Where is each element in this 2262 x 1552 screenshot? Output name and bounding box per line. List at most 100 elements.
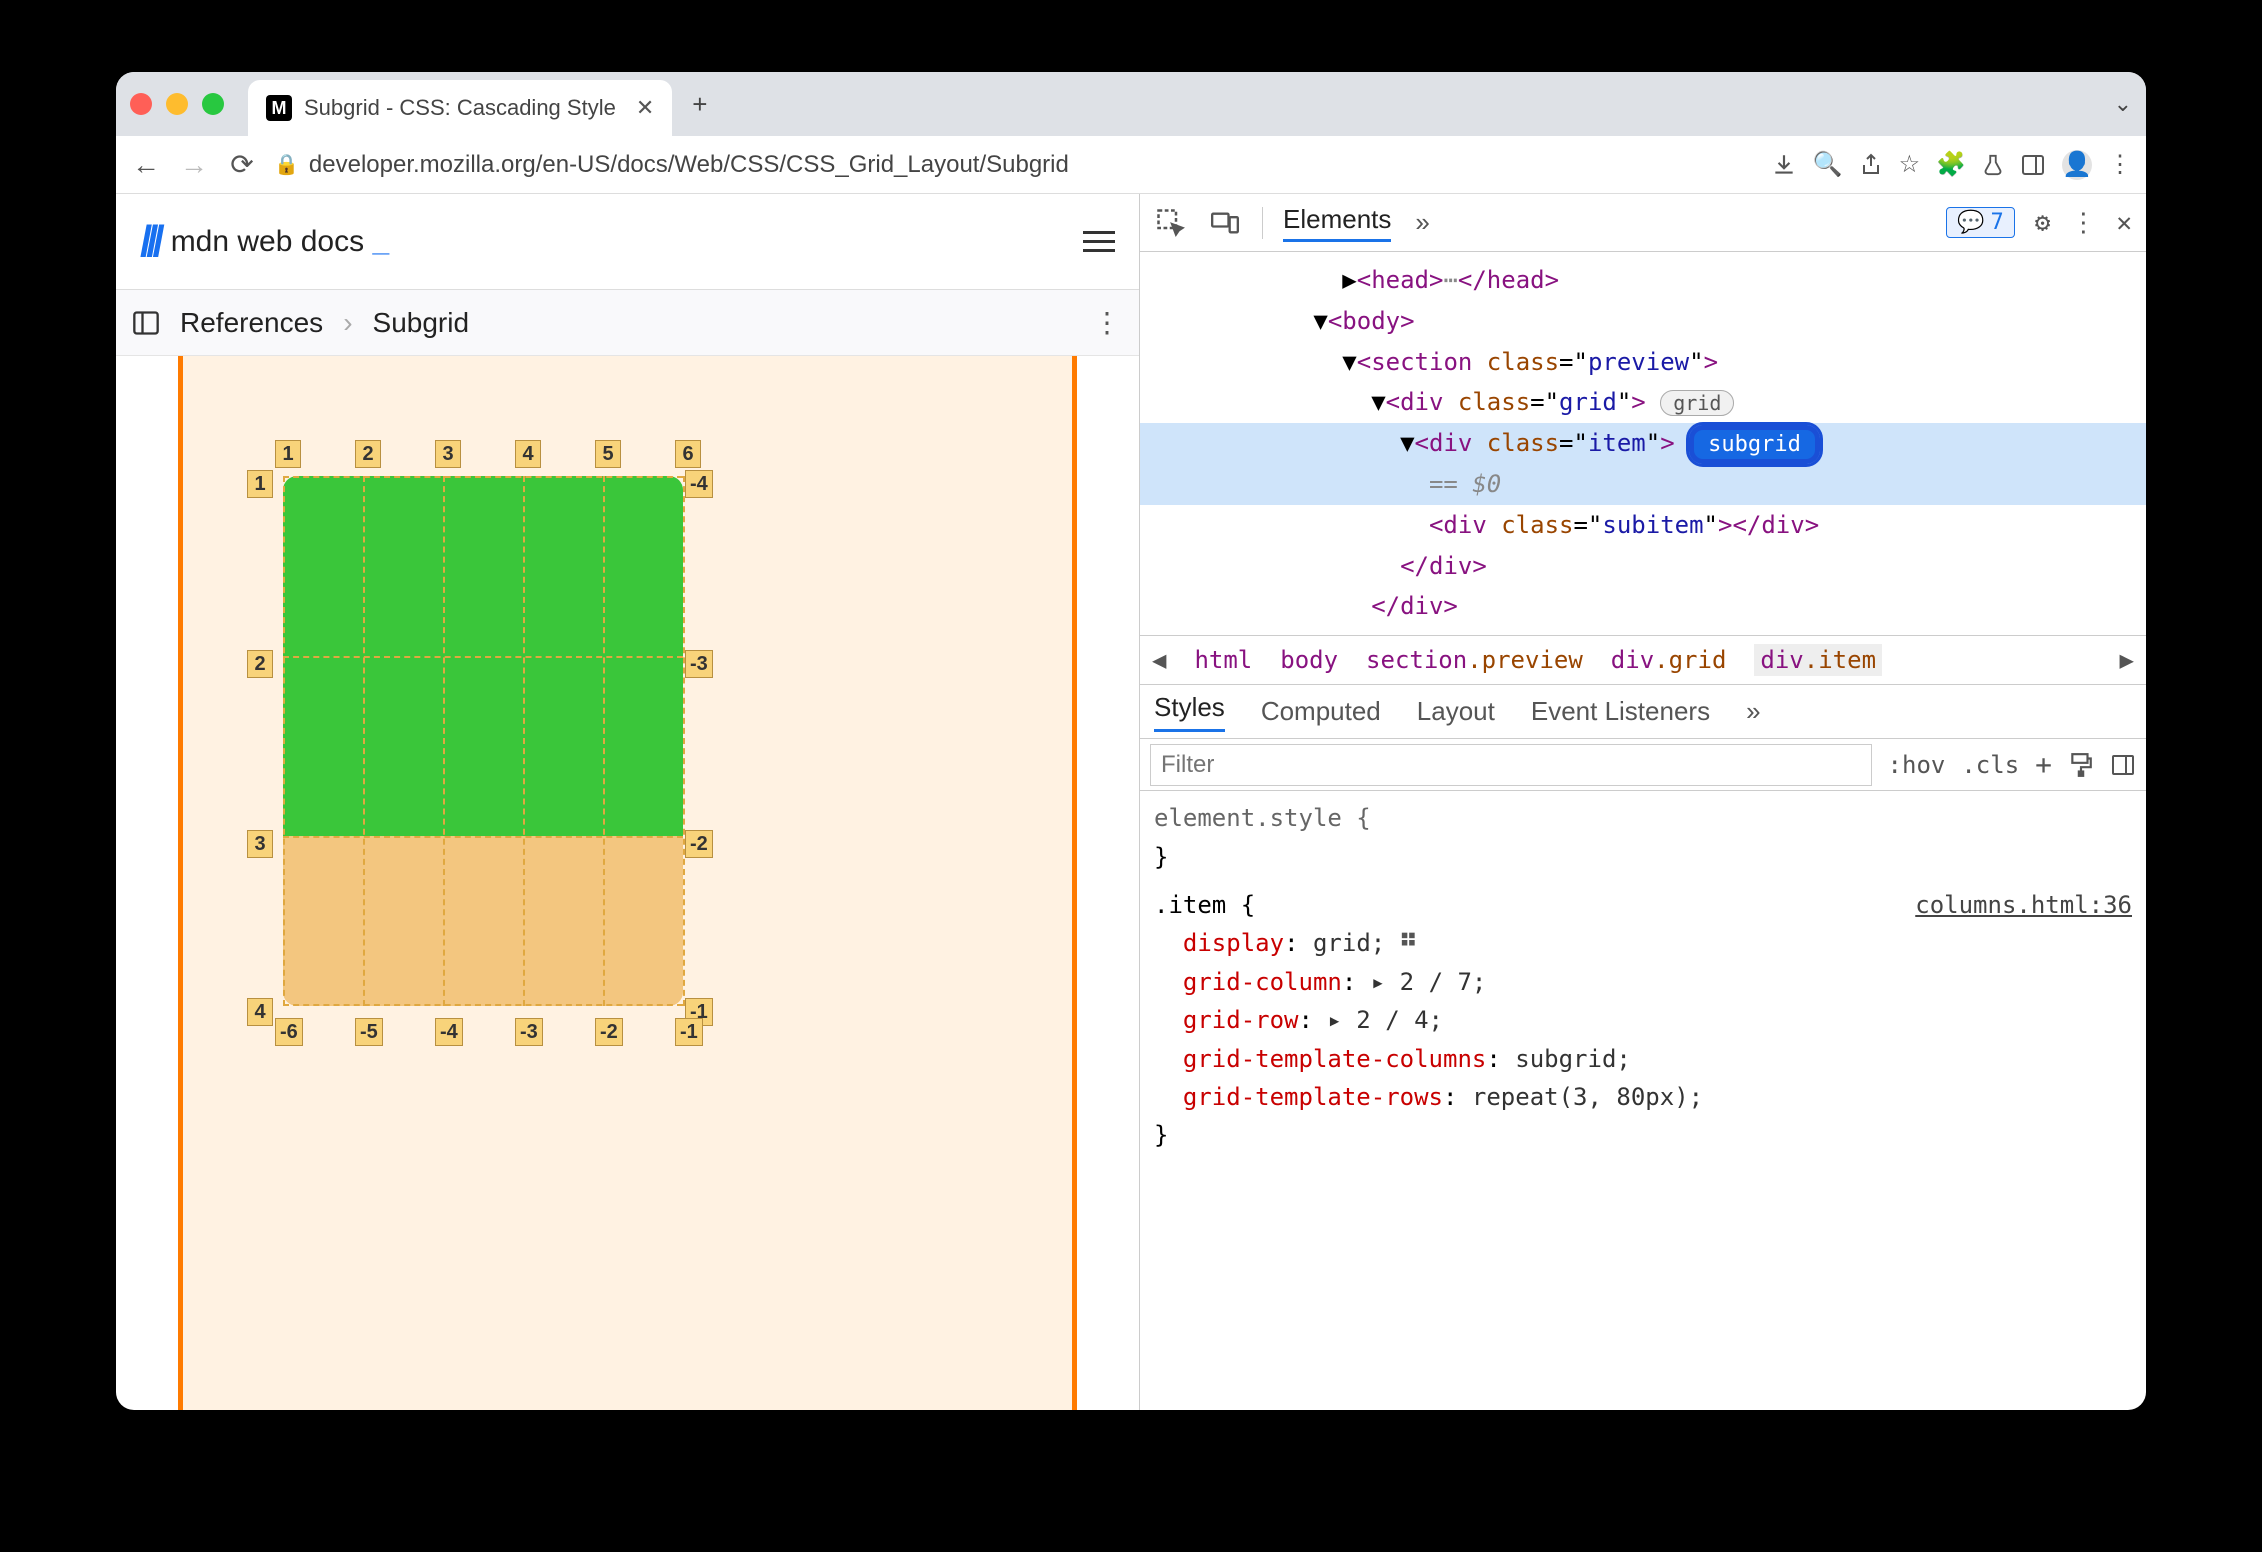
grid-line-label: 2 (355, 440, 381, 468)
divider (1262, 207, 1263, 239)
grid-line-label: 3 (247, 830, 273, 858)
grid-line-label: -4 (435, 1018, 463, 1046)
tab-layout[interactable]: Layout (1417, 696, 1495, 727)
style-declaration[interactable]: display: grid; (1154, 924, 2132, 962)
content-area: /// mdn web docs _ References › Subgrid … (116, 194, 2146, 1410)
hamburger-menu-button[interactable] (1083, 225, 1115, 258)
dom-node[interactable]: ▶<head>⋯</head> (1140, 260, 2146, 301)
sidebar-toggle-icon[interactable] (2110, 753, 2136, 777)
url-field[interactable]: 🔒 developer.mozilla.org/en-US/docs/Web/C… (274, 151, 1755, 179)
more-icon[interactable]: ⋮ (2070, 208, 2096, 238)
dom-node-selected[interactable]: ▼<div class="item"> subgrid (1140, 423, 2146, 464)
subgrid-badge[interactable]: subgrid (1689, 425, 1820, 464)
crumb-item[interactable]: div.grid (1611, 646, 1727, 674)
url-text: developer.mozilla.org/en-US/docs/Web/CSS… (309, 151, 1069, 179)
extensions-icon[interactable]: 🧩 (1936, 150, 1966, 179)
paint-icon[interactable] (2068, 752, 2094, 778)
style-declaration[interactable]: grid-column: ▸ 2 / 7; (1154, 963, 2132, 1001)
grid-line-label: 5 (595, 440, 621, 468)
browser-tab[interactable]: M Subgrid - CSS: Cascading Style ✕ (248, 80, 672, 136)
cls-toggle[interactable]: .cls (1961, 751, 2019, 779)
dom-node[interactable]: ▼<div class="grid"> grid (1140, 382, 2146, 423)
crumb-next-icon[interactable]: ▶ (2120, 646, 2134, 674)
new-tab-button[interactable]: + (692, 89, 707, 120)
subitem-green (283, 476, 683, 836)
labs-icon[interactable] (1982, 152, 2004, 178)
dom-node[interactable]: <div class="subitem"></div> (1140, 505, 2146, 546)
style-declaration[interactable]: grid-template-columns: subgrid; (1154, 1040, 2132, 1078)
tab-more-icon[interactable]: » (1746, 696, 1760, 727)
dom-tree[interactable]: ▶<head>⋯</head> ▼<body> ▼<section class=… (1140, 252, 2146, 635)
titlebar: M Subgrid - CSS: Cascading Style ✕ + ⌄ (116, 72, 2146, 136)
forward-button[interactable]: → (178, 149, 210, 181)
issues-badge[interactable]: 💬7 (1946, 207, 2015, 238)
grid-line-label: 2 (247, 650, 273, 678)
grid-line-label: -4 (685, 470, 713, 498)
traffic-lights (130, 93, 224, 115)
sidepanel-icon[interactable] (2020, 153, 2046, 177)
minimize-window-button[interactable] (166, 93, 188, 115)
inspect-element-icon[interactable] (1154, 206, 1188, 240)
share-icon[interactable] (1859, 152, 1883, 178)
styles-tabs: Styles Computed Layout Event Listeners » (1140, 685, 2146, 739)
menu-icon[interactable]: ⋮ (2108, 150, 2132, 179)
style-rule[interactable]: element.style { (1154, 799, 2132, 837)
breadcrumb: References › Subgrid ⋮ (116, 290, 1139, 356)
dom-node[interactable]: ▼<section class="preview"> (1140, 342, 2146, 383)
style-rule: } (1154, 838, 2132, 876)
breadcrumb-root[interactable]: References (180, 307, 323, 339)
tab-computed[interactable]: Computed (1261, 696, 1381, 727)
grid-line-label: 6 (675, 440, 701, 468)
dom-node[interactable]: </div> (1140, 546, 2146, 587)
grid-item (283, 476, 683, 1006)
maximize-window-button[interactable] (202, 93, 224, 115)
favicon: M (266, 95, 292, 121)
crumb-item[interactable]: div.item (1754, 644, 1882, 676)
grid-line-label: 4 (515, 440, 541, 468)
grid-badge[interactable]: grid (1660, 390, 1734, 416)
bookmark-icon[interactable]: ☆ (1899, 150, 1921, 179)
sidebar-toggle-icon[interactable] (132, 309, 160, 337)
reload-button[interactable]: ⟳ (226, 148, 258, 181)
back-button[interactable]: ← (130, 149, 162, 181)
install-icon[interactable] (1771, 152, 1797, 178)
settings-icon[interactable]: ⚙ (2035, 208, 2051, 238)
devtools-panel: Elements » 💬7 ⚙ ⋮ ✕ ▶<head>⋯</head> ▼<bo… (1140, 194, 2146, 1410)
style-declaration[interactable]: grid-template-rows: repeat(3, 80px); (1154, 1078, 2132, 1116)
breadcrumb-more-button[interactable]: ⋮ (1093, 306, 1123, 339)
crumb-item[interactable]: body (1280, 646, 1338, 674)
grid-editor-icon[interactable] (1400, 929, 1422, 951)
breadcrumb-current: Subgrid (373, 307, 470, 339)
zoom-icon[interactable]: 🔍 (1813, 150, 1843, 179)
dom-node[interactable]: ▼<body> (1140, 301, 2146, 342)
crumb-item[interactable]: section.preview (1366, 646, 1583, 674)
tabs-menu-button[interactable]: ⌄ (2114, 91, 2132, 117)
grid-line-label: 1 (275, 440, 301, 468)
crumb-item[interactable]: html (1194, 646, 1252, 674)
style-rule: } (1154, 1116, 2132, 1154)
style-declaration[interactable]: grid-row: ▸ 2 / 4; (1154, 1001, 2132, 1039)
tab-close-button[interactable]: ✕ (636, 95, 654, 121)
crumb-prev-icon[interactable]: ◀ (1152, 646, 1166, 674)
profile-icon[interactable]: 👤 (2062, 150, 2092, 180)
dom-node[interactable]: </div> (1140, 586, 2146, 627)
device-toggle-icon[interactable] (1208, 206, 1242, 240)
tab-elements[interactable]: Elements (1283, 204, 1391, 242)
grid-line-label: -2 (685, 830, 713, 858)
tab-event-listeners[interactable]: Event Listeners (1531, 696, 1710, 727)
mdn-logo-icon: /// (140, 217, 159, 267)
close-window-button[interactable] (130, 93, 152, 115)
mdn-logo[interactable]: /// mdn web docs _ (140, 217, 389, 267)
grid-line-label: -6 (275, 1018, 303, 1046)
new-style-icon[interactable]: + (2035, 748, 2052, 781)
styles-filter-input[interactable] (1150, 744, 1872, 786)
styles-pane[interactable]: element.style { } columns.html:36.item {… (1140, 791, 2146, 1163)
hov-toggle[interactable]: :hov (1888, 751, 1946, 779)
grid-line-label: -1 (675, 1018, 703, 1046)
style-source-link[interactable]: columns.html:36 (1915, 886, 2132, 924)
grid-line-label: -5 (355, 1018, 383, 1046)
style-rule-header[interactable]: columns.html:36.item { (1154, 886, 2132, 924)
tab-more-icon[interactable]: » (1415, 207, 1429, 238)
tab-styles[interactable]: Styles (1154, 692, 1225, 732)
close-devtools-icon[interactable]: ✕ (2116, 208, 2132, 238)
